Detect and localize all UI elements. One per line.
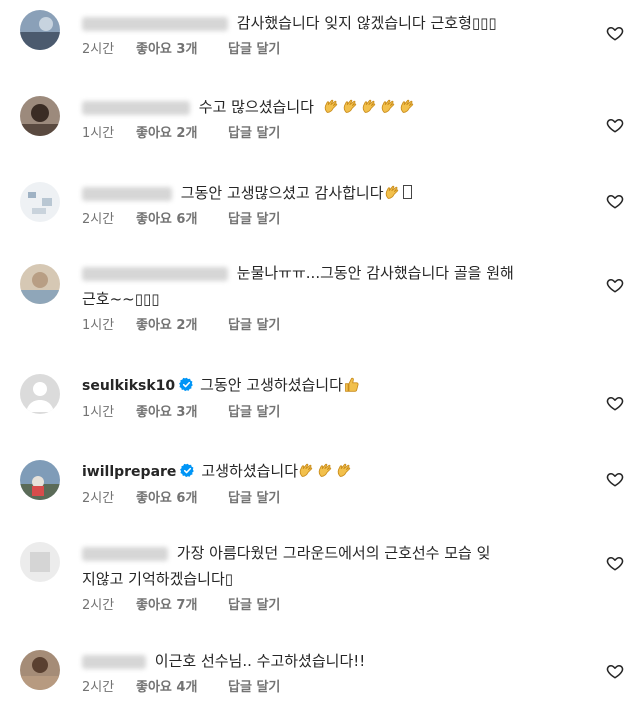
comment-time: 2시간 (82, 598, 115, 613)
heart-icon[interactable] (606, 276, 624, 294)
comment-text: 그동안 고생많으셨고 감사합니다 (180, 184, 384, 202)
thumbs-up-icon (343, 376, 360, 393)
comment-list: 감사했습니다 잊지 않겠습니다 근호형▯▯▯ 2시간 좋아요 3개 답글 달기 수고… (0, 0, 640, 707)
likes-count[interactable]: 좋아요 6개 (136, 210, 228, 230)
username-blurred[interactable] (82, 16, 228, 31)
comment-meta: 1시간 좋아요 2개 답글 달기 (82, 124, 582, 144)
reply-button[interactable]: 답글 달기 (228, 596, 280, 616)
heart-icon[interactable] (606, 470, 624, 488)
comment-time: 1시간 (82, 405, 115, 420)
comment-text: 지않고 기억하겠습니다▯ (82, 570, 234, 588)
comment-meta: 2시간 좋아요 6개 답글 달기 (82, 489, 582, 509)
avatar[interactable] (20, 264, 60, 304)
heart-icon[interactable] (606, 192, 624, 210)
username-blurred[interactable] (82, 546, 168, 561)
comment-text: 이근호 선수님.. 수고하셨습니다!! (154, 652, 366, 670)
comment-time: 2시간 (82, 491, 115, 506)
reply-button[interactable]: 답글 달기 (228, 40, 280, 60)
comment-meta: 1시간 좋아요 3개 답글 달기 (82, 403, 582, 423)
avatar[interactable] (20, 650, 60, 690)
comment-text: 감사했습니다 잊지 않겠습니다 근호형▯▯▯ (236, 14, 497, 32)
comment-meta: 2시간 좋아요 4개 답글 달기 (82, 678, 582, 698)
reply-button[interactable]: 답글 달기 (228, 489, 280, 509)
comment-text-line: 그동안 고생많으셨고 감사합니다 (82, 178, 582, 208)
clap-icon (399, 98, 416, 115)
comment-time: 2시간 (82, 42, 115, 57)
clap-icon (317, 462, 334, 479)
avatar[interactable] (20, 96, 60, 136)
likes-count[interactable]: 좋아요 4개 (136, 678, 228, 698)
comment-text: 근호~~▯▯▯ (82, 290, 160, 308)
comment-text-line: 지않고 기억하겠습니다▯ (82, 564, 582, 594)
comment-text: 그동안 고생하셨습니다 (200, 376, 343, 394)
comment-meta: 2시간 좋아요 6개 답글 달기 (82, 210, 582, 230)
reply-button[interactable]: 답글 달기 (228, 316, 280, 336)
heart-icon[interactable] (606, 394, 624, 412)
likes-count[interactable]: 좋아요 7개 (136, 596, 228, 616)
comment-time: 1시간 (82, 318, 115, 333)
comment-time: 2시간 (82, 212, 115, 227)
avatar[interactable] (20, 10, 60, 50)
clap-icon (380, 98, 397, 115)
comment-text-line: 수고 많으셨습니다 (82, 92, 582, 122)
heart-icon[interactable] (606, 24, 624, 42)
username[interactable]: seulkiksk10 (82, 378, 175, 394)
heart-icon[interactable] (606, 554, 624, 572)
username-blurred[interactable] (82, 100, 190, 115)
comment-text: 가장 아름다웠던 그라운드에서의 근호선수 모습 잊 (176, 544, 491, 562)
comment-meta: 1시간 좋아요 2개 답글 달기 (82, 316, 582, 336)
heart-icon[interactable] (606, 662, 624, 680)
username[interactable]: iwillprepare (82, 464, 176, 480)
emoji-group (323, 98, 418, 116)
comment-text-line: 근호~~▯▯▯ (82, 284, 582, 314)
comment-text: 고생하셨습니다 (201, 462, 299, 480)
reply-button[interactable]: 답글 달기 (228, 124, 280, 144)
likes-count[interactable]: 좋아요 3개 (136, 40, 228, 60)
reply-button[interactable]: 답글 달기 (228, 678, 280, 698)
reply-button[interactable]: 답글 달기 (228, 210, 280, 230)
likes-count[interactable]: 좋아요 2개 (136, 316, 228, 336)
username-blurred[interactable] (82, 186, 172, 201)
comment-text-line: iwillprepare 고생하셨습니다 (82, 456, 582, 487)
clap-icon (361, 98, 378, 115)
reply-button[interactable]: 답글 달기 (228, 403, 280, 423)
likes-count[interactable]: 좋아요 2개 (136, 124, 228, 144)
clap-icon (336, 462, 353, 479)
clap-icon (298, 462, 315, 479)
comment-meta: 2시간 좋아요 7개 답글 달기 (82, 596, 582, 616)
comment-text-line: 이근호 선수님.. 수고하셨습니다!! (82, 646, 582, 676)
avatar[interactable] (20, 460, 60, 500)
clap-icon (342, 98, 359, 115)
avatar[interactable] (20, 542, 60, 582)
comment-text: 수고 많으셨습니다 (198, 98, 314, 116)
heart-icon[interactable] (606, 116, 624, 134)
username-blurred[interactable] (82, 654, 146, 669)
username-blurred[interactable] (82, 266, 228, 281)
verified-badge-icon (179, 377, 194, 392)
clap-icon (323, 98, 340, 115)
likes-count[interactable]: 좋아요 6개 (136, 489, 228, 509)
likes-count[interactable]: 좋아요 3개 (136, 403, 228, 423)
comment-text-line: seulkiksk10 그동안 고생하셨습니다 (82, 370, 582, 401)
comment-time: 2시간 (82, 680, 115, 695)
verified-badge-icon (180, 463, 195, 478)
comment-time: 1시간 (82, 126, 115, 141)
comment-meta: 2시간 좋아요 3개 답글 달기 (82, 40, 582, 60)
avatar[interactable] (20, 374, 60, 414)
clap-icon (384, 184, 401, 201)
comment-text-line: 감사했습니다 잊지 않겠습니다 근호형▯▯▯ (82, 8, 582, 38)
comment-text: 눈물나ㅠㅠ...그동안 감사했습니다 골을 원해 (236, 264, 514, 282)
avatar[interactable] (20, 182, 60, 222)
